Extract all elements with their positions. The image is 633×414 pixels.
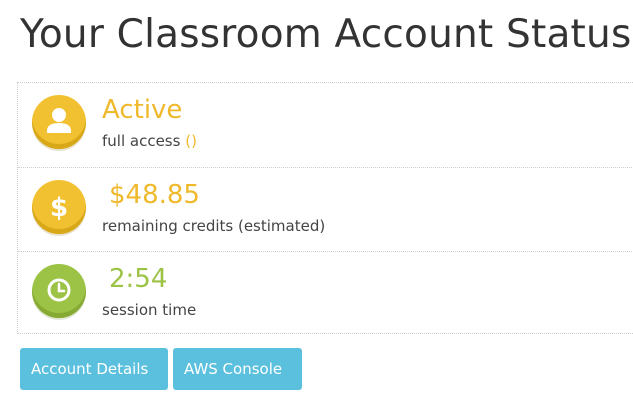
status-row-access: Active full access ()	[18, 83, 633, 167]
account-status-caption: full access ()	[102, 131, 197, 151]
status-panel: Active full access () $ $48.85 remaining…	[17, 82, 633, 334]
dollar-icon: $	[32, 180, 86, 234]
access-level-label: full access	[102, 132, 181, 150]
aws-console-button[interactable]: AWS Console	[173, 348, 302, 390]
status-row-session: 2:54 session time	[18, 251, 633, 336]
clock-icon	[32, 264, 86, 318]
svg-text:$: $	[50, 193, 68, 223]
status-row-credits: $ $48.85 remaining credits (estimated)	[18, 167, 633, 252]
account-status-value: Active	[102, 95, 183, 125]
account-details-button[interactable]: Account Details	[20, 348, 168, 390]
credits-value: $48.85	[109, 180, 200, 210]
session-time-value: 2:54	[109, 264, 168, 294]
access-detail-link[interactable]: ()	[185, 132, 197, 150]
credits-caption: remaining credits (estimated)	[102, 217, 326, 235]
page-title: Your Classroom Account Status	[20, 12, 632, 57]
user-icon	[32, 95, 86, 149]
session-time-caption: session time	[102, 301, 197, 319]
